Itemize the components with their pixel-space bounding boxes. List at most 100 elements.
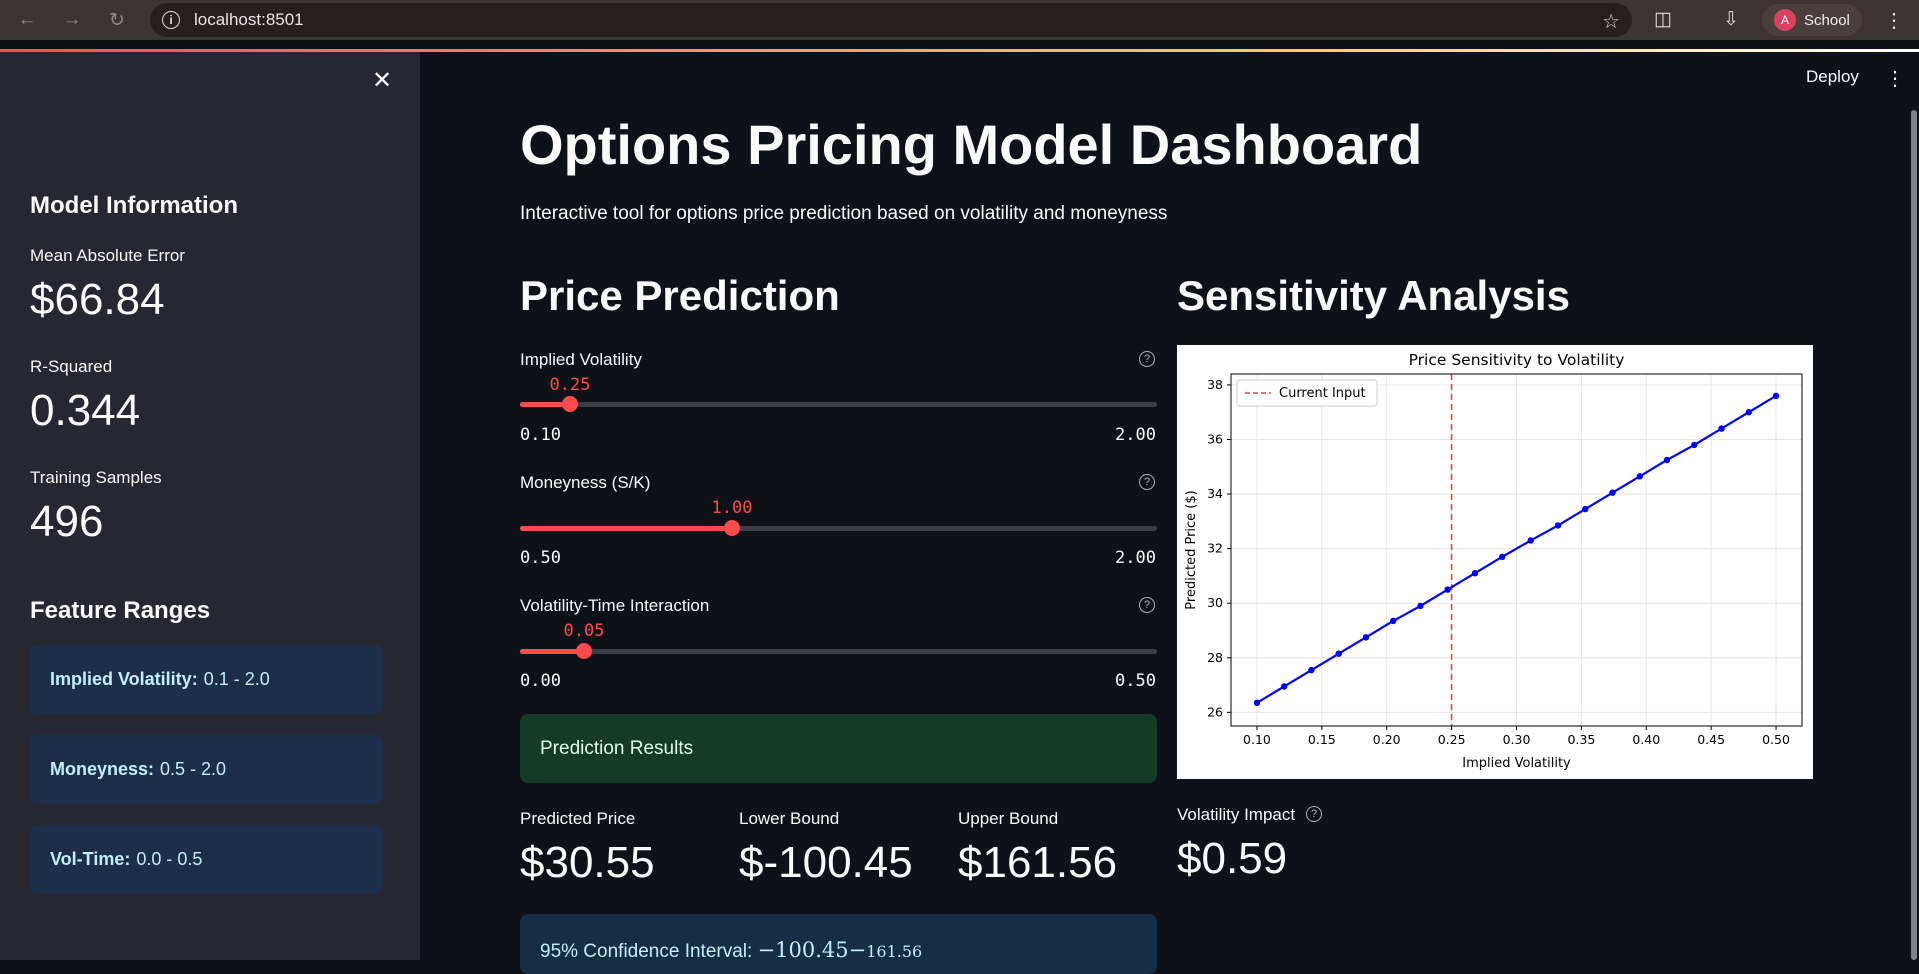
volatility-impact-label: Volatility Impact bbox=[1177, 805, 1296, 824]
x-tick-label: 0.10 bbox=[1243, 732, 1271, 747]
scrollbar[interactable] bbox=[1911, 110, 1917, 960]
vol-time-label: Volatility-Time Interaction bbox=[520, 596, 710, 615]
close-icon[interactable]: ✕ bbox=[372, 66, 392, 95]
y-tick-label: 34 bbox=[1207, 486, 1223, 501]
help-icon[interactable]: ? bbox=[1139, 597, 1155, 613]
implied-volatility-label: Implied Volatility bbox=[520, 350, 642, 369]
implied-volatility-slider[interactable] bbox=[520, 396, 1157, 412]
slider-max: 2.00 bbox=[1115, 548, 1156, 568]
x-tick-label: 0.35 bbox=[1567, 732, 1595, 747]
main-menu-icon[interactable]: ⋮ bbox=[1885, 66, 1905, 91]
bookmark-star-icon[interactable]: ☆ bbox=[1602, 9, 1620, 34]
download-icon[interactable]: ⇩ bbox=[1723, 8, 1739, 31]
mae-value: $66.84 bbox=[30, 275, 165, 324]
x-tick-label: 0.15 bbox=[1308, 732, 1336, 747]
data-point bbox=[1471, 569, 1479, 577]
back-icon[interactable]: ← bbox=[13, 6, 41, 34]
browser-menu-icon[interactable]: ⋮ bbox=[1884, 8, 1904, 33]
help-icon[interactable]: ? bbox=[1139, 351, 1155, 367]
slider-min: 0.10 bbox=[520, 425, 561, 445]
data-point bbox=[1499, 553, 1506, 561]
prediction-results-banner: Prediction Results bbox=[520, 714, 1157, 783]
legend-label: Current Input bbox=[1279, 386, 1366, 401]
ci-label: 95% Confidence Interval: bbox=[540, 941, 753, 962]
range-value: 0.1 - 2.0 bbox=[203, 669, 270, 689]
slider-min: 0.00 bbox=[520, 671, 561, 691]
data-point bbox=[1745, 409, 1752, 416]
data-point bbox=[1636, 473, 1643, 480]
data-point bbox=[1390, 617, 1397, 625]
help-icon[interactable]: ? bbox=[1306, 806, 1322, 822]
site-info-icon[interactable]: i bbox=[162, 11, 180, 29]
x-tick-label: 0.50 bbox=[1762, 732, 1790, 747]
data-point bbox=[1527, 537, 1534, 544]
data-point bbox=[1444, 586, 1451, 593]
data-point bbox=[1718, 425, 1725, 432]
lower-bound-label: Lower Bound bbox=[739, 809, 840, 828]
slider-value: 0.05 bbox=[563, 621, 605, 641]
vol-time-slider[interactable] bbox=[520, 643, 1157, 659]
r-squared-value: 0.344 bbox=[30, 386, 141, 435]
data-point bbox=[1609, 489, 1616, 496]
ci-upper-value: 161.56 bbox=[866, 942, 923, 961]
help-icon[interactable]: ? bbox=[1139, 474, 1155, 490]
sensitivity-heading: Sensitivity Analysis bbox=[1177, 272, 1570, 319]
page-subtitle: Interactive tool for options price predi… bbox=[520, 203, 1168, 224]
avatar: A bbox=[1774, 9, 1796, 31]
y-tick-label: 26 bbox=[1207, 704, 1223, 719]
y-tick-label: 32 bbox=[1207, 541, 1223, 556]
chart-svg: 0.10 0.15 0.20 0.25 0.30 0.35 0.40 0.45 0.50 26 28… bbox=[1184, 351, 1803, 771]
deploy-button[interactable]: Deploy bbox=[1806, 67, 1859, 87]
data-point bbox=[1582, 505, 1589, 513]
forward-icon[interactable]: → bbox=[58, 6, 86, 34]
data-point bbox=[1253, 699, 1261, 707]
data-point bbox=[1362, 634, 1370, 641]
slider-min: 0.50 bbox=[520, 548, 561, 568]
slider-value: 1.00 bbox=[711, 498, 753, 518]
address-bar[interactable]: i localhost:8501 ☆ bbox=[150, 3, 1632, 37]
data-point bbox=[1281, 683, 1288, 690]
data-point bbox=[1335, 650, 1342, 657]
data-point bbox=[1308, 666, 1315, 674]
y-tick-label: 38 bbox=[1207, 377, 1223, 392]
slider-max: 0.50 bbox=[1115, 671, 1156, 691]
profile-button[interactable]: A School bbox=[1762, 4, 1862, 36]
moneyness-slider[interactable] bbox=[520, 520, 1157, 536]
slider-thumb[interactable] bbox=[575, 643, 592, 659]
y-tick-label: 36 bbox=[1207, 431, 1223, 446]
sidebar: ✕ Model Information Mean Absolute Error … bbox=[0, 52, 420, 960]
url-text[interactable]: localhost:8501 bbox=[194, 10, 304, 30]
slider-max: 2.00 bbox=[1115, 425, 1156, 445]
training-samples-label: Training Samples bbox=[30, 468, 162, 487]
search-tab-icon[interactable]: ◫ bbox=[1654, 8, 1672, 31]
x-tick-label: 0.30 bbox=[1503, 732, 1531, 747]
x-tick-label: 0.25 bbox=[1438, 732, 1466, 747]
reload-icon[interactable]: ↻ bbox=[103, 6, 131, 34]
profile-name: School bbox=[1804, 11, 1850, 29]
range-name: Moneyness: bbox=[50, 759, 155, 779]
upper-bound-value: $161.56 bbox=[958, 838, 1118, 887]
slider-thumb[interactable] bbox=[562, 396, 579, 412]
upper-bound-label: Upper Bound bbox=[958, 809, 1059, 828]
page-title: Options Pricing Model Dashboard bbox=[520, 113, 1423, 176]
y-tick-label: 28 bbox=[1207, 650, 1223, 665]
range-value: 0.5 - 2.0 bbox=[160, 759, 227, 779]
y-tick-label: 30 bbox=[1207, 595, 1223, 610]
data-point bbox=[1772, 392, 1780, 400]
r-squared-label: R-Squared bbox=[30, 357, 113, 376]
slider-thumb[interactable] bbox=[724, 520, 741, 536]
range-name: Vol-Time: bbox=[50, 849, 131, 869]
x-axis-label: Implied Volatility bbox=[1462, 756, 1571, 771]
x-tick-label: 0.45 bbox=[1697, 732, 1725, 747]
sensitivity-chart: 0.10 0.15 0.20 0.25 0.30 0.35 0.40 0.45 0.50 26 28… bbox=[1177, 345, 1813, 779]
slider-fill bbox=[520, 526, 733, 531]
predicted-price-value: $30.55 bbox=[520, 838, 655, 887]
range-implied-volatility: Implied Volatility: 0.1 - 2.0 bbox=[30, 645, 383, 714]
price-prediction-heading: Price Prediction bbox=[520, 272, 840, 319]
slider-value: 0.25 bbox=[549, 375, 591, 395]
range-value: 0.0 - 0.5 bbox=[136, 849, 203, 869]
model-info-heading: Model Information bbox=[30, 192, 238, 219]
x-tick-label: 0.40 bbox=[1632, 732, 1660, 747]
feature-ranges-heading: Feature Ranges bbox=[30, 597, 211, 624]
data-point bbox=[1663, 456, 1671, 464]
